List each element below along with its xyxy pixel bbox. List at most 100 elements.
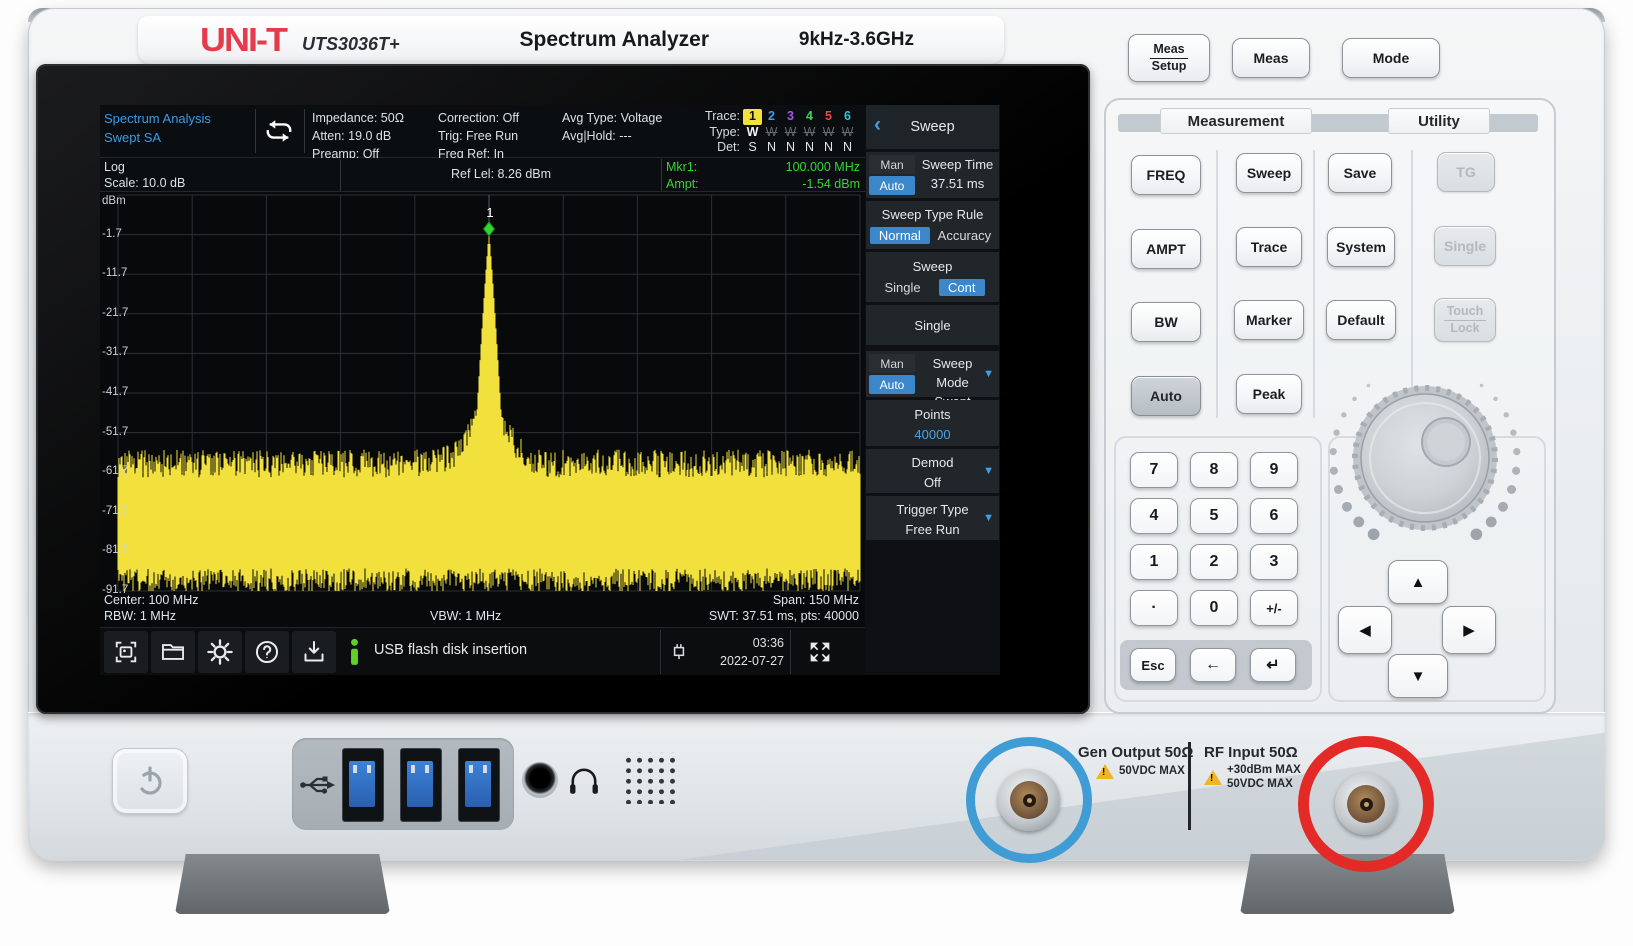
single-button[interactable]: Single: [1434, 226, 1496, 266]
status-col-average: Avg Type: VoltageAvg|Hold: ---: [562, 110, 662, 146]
sweep-time-auto-toggle[interactable]: Auto: [869, 176, 915, 195]
warning-icon: !: [1096, 764, 1114, 779]
key-8[interactable]: 8: [1190, 452, 1238, 488]
trace-6: 6: [838, 109, 857, 125]
screenshot-icon[interactable]: [104, 631, 148, 673]
rbw-value[interactable]: RBW: 1 MHz: [104, 609, 176, 623]
ampt-button[interactable]: AMPT: [1131, 229, 1201, 269]
type-rule-accuracy[interactable]: Accuracy: [934, 227, 995, 244]
save-button[interactable]: Save: [1328, 153, 1392, 193]
rf-input-label-block: RF Input 50Ω ! +30dBm MAX50VDC MAX: [1204, 744, 1301, 792]
sweep-single-option[interactable]: Single: [880, 279, 924, 296]
peak-button[interactable]: Peak: [1236, 374, 1302, 414]
ref-level-readout[interactable]: Ref Lel: 8.26 dBm: [340, 159, 662, 191]
key-2[interactable]: 2: [1190, 544, 1238, 580]
backspace-button[interactable]: ←: [1190, 648, 1236, 682]
vbw-value[interactable]: VBW: 1 MHz: [430, 609, 501, 623]
status-col-impedance: Impedance: 50ΩAtten: 19.0 dBPreamp: Off: [312, 110, 404, 163]
type-rule-normal[interactable]: Normal: [870, 227, 930, 244]
arrow-right-button[interactable]: ▶: [1442, 606, 1496, 654]
key-7[interactable]: 7: [1130, 452, 1178, 488]
default-button[interactable]: Default: [1326, 300, 1396, 340]
span-value[interactable]: Span: 150 MHz: [773, 593, 859, 607]
key-6[interactable]: 6: [1250, 498, 1298, 534]
menu-item-sweep-time[interactable]: Man Auto Sweep Time 37.51 ms: [866, 152, 999, 198]
trace-5: 5: [819, 109, 838, 125]
sweep-cont-option[interactable]: Cont: [939, 279, 984, 296]
enter-button[interactable]: ↵: [1250, 648, 1296, 682]
model-number: UTS3036T+: [302, 34, 400, 55]
trace-1: 1: [743, 109, 762, 125]
back-chevron-icon[interactable]: ‹: [874, 113, 881, 137]
status-col-correction: Correction: OffTrig: Free RunFreq Ref: I…: [438, 110, 519, 163]
menu-item-demod[interactable]: Demod Off ▼: [866, 449, 999, 493]
freq-footer: Center: 100 MHz Span: 150 MHz: [100, 593, 862, 609]
key-3[interactable]: 3: [1250, 544, 1298, 580]
spectrum-plot[interactable]: 1: [100, 191, 865, 595]
help-icon[interactable]: [245, 631, 289, 673]
y-tick: -21.7: [102, 307, 128, 319]
menu-item-sweep-mode-toggle[interactable]: Sweep Single Cont: [866, 252, 999, 302]
folder-icon[interactable]: [151, 631, 195, 673]
menu-item-trigger-type[interactable]: Trigger Type Free Run ▼: [866, 496, 999, 540]
mode-button[interactable]: Mode: [1342, 38, 1440, 78]
device-foot-left: [175, 854, 390, 914]
settings-icon[interactable]: [198, 631, 242, 673]
fullscreen-arrows-icon[interactable]: [798, 631, 842, 673]
touch-lock-button[interactable]: TouchLock: [1434, 298, 1496, 342]
trace-table[interactable]: Trace: 1 2 3 4 5 6 Type: W W W W W W Det…: [696, 109, 861, 156]
key-decimal[interactable]: ·: [1130, 590, 1178, 626]
esc-button[interactable]: Esc: [1130, 648, 1176, 682]
y-axis-unit: dBm: [102, 195, 126, 207]
y-tick: -41.7: [102, 386, 128, 398]
key-5[interactable]: 5: [1190, 498, 1238, 534]
key-4[interactable]: 4: [1130, 498, 1178, 534]
menu-item-sweep-mode[interactable]: Man Auto Sweep Mode Swept ▼: [866, 351, 999, 397]
rotary-knob[interactable]: [1315, 348, 1535, 568]
bw-button[interactable]: BW: [1131, 302, 1201, 342]
key-plus-minus[interactable]: +/-: [1250, 590, 1298, 626]
save-icon[interactable]: [292, 631, 336, 673]
y-tick: -51.7: [102, 426, 128, 438]
power-button[interactable]: [112, 748, 188, 814]
menu-title: Sweep: [910, 119, 954, 135]
meas-setup-button[interactable]: MeasSetup: [1128, 34, 1210, 82]
marker-button[interactable]: Marker: [1234, 300, 1304, 340]
sweep-time-man-toggle[interactable]: Man: [869, 155, 915, 174]
sweep-button[interactable]: Sweep: [1236, 153, 1302, 193]
section-label-measurement: Measurement: [1160, 108, 1312, 134]
menu-item-points[interactable]: Points 40000: [866, 400, 999, 446]
usb-plug-icon: [670, 641, 688, 663]
info-icon: [348, 638, 361, 666]
toolbar-message: USB flash disk insertion: [374, 642, 527, 658]
measurement-mode[interactable]: Spectrum Analysis Swept SA: [104, 110, 254, 148]
key-0[interactable]: 0: [1190, 590, 1238, 626]
swt-value[interactable]: SWT: 37.51 ms, pts: 40000: [709, 609, 859, 623]
rf-input-connector: [1298, 736, 1434, 872]
arrow-down-button[interactable]: ▼: [1388, 654, 1448, 698]
menu-item-sweep-type-rule[interactable]: Sweep Type Rule Normal Accuracy: [866, 201, 999, 249]
sweep-mode-auto-toggle[interactable]: Auto: [869, 375, 915, 394]
spectrum-trace-svg: 1: [100, 191, 865, 595]
gen-output-connector: [966, 737, 1092, 863]
clock: 03:36 2022-07-27: [696, 635, 784, 670]
chevron-down-icon: ▼: [983, 465, 994, 477]
sweep-mode-man-toggle[interactable]: Man: [869, 354, 915, 373]
key-1[interactable]: 1: [1130, 544, 1178, 580]
usb-port-3: [458, 748, 500, 822]
freq-button[interactable]: FREQ: [1131, 155, 1201, 195]
scale-readout[interactable]: Log Scale: 10.0 dB: [104, 159, 185, 192]
usb-port-1: [342, 748, 384, 822]
arrow-up-button[interactable]: ▲: [1388, 560, 1448, 604]
menu-item-single[interactable]: Single: [866, 305, 999, 345]
meas-button[interactable]: Meas: [1232, 38, 1310, 78]
trace-3: 3: [781, 109, 800, 125]
arrow-left-button[interactable]: ◀: [1338, 606, 1392, 654]
screen-toolbar: USB flash disk insertion 03:36 2022-07-2…: [100, 627, 865, 675]
tg-button[interactable]: TG: [1437, 152, 1495, 192]
auto-button[interactable]: Auto: [1131, 376, 1201, 416]
key-9[interactable]: 9: [1250, 452, 1298, 488]
system-button[interactable]: System: [1327, 227, 1395, 267]
menu-header[interactable]: ‹ Sweep: [866, 105, 999, 149]
trace-button[interactable]: Trace: [1236, 227, 1302, 267]
